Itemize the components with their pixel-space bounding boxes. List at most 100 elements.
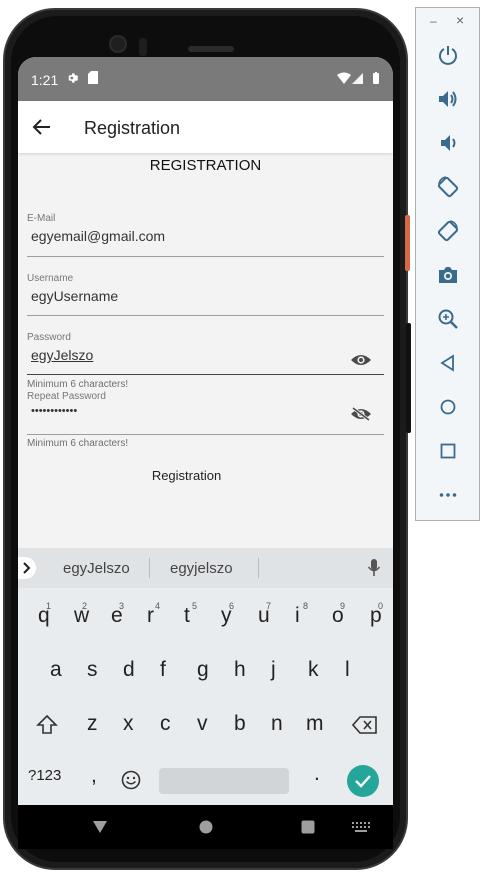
key-a[interactable]: a <box>50 658 62 682</box>
nav-home-circle-icon[interactable] <box>199 820 213 834</box>
key-number-hint: 5 <box>192 601 198 611</box>
keyboard-switch-icon[interactable] <box>352 822 370 832</box>
app-bar: Registration <box>18 101 393 153</box>
key-i[interactable]: i <box>295 604 300 628</box>
backspace-icon[interactable] <box>352 716 378 734</box>
key-number-hint: 1 <box>46 601 52 611</box>
key-c[interactable]: c <box>160 712 171 736</box>
registration-form: REGISTRATION E-Mail egyemail@gmail.com U… <box>18 153 393 548</box>
key-number-hint: 3 <box>119 601 125 611</box>
key-number-hint: 9 <box>340 601 346 611</box>
check-icon <box>355 775 371 788</box>
nav-overview-square-icon[interactable] <box>301 820 315 834</box>
close-button[interactable]: × <box>456 12 464 28</box>
key-m[interactable]: m <box>306 712 324 736</box>
navigation-bar <box>18 805 393 849</box>
zoom-icon[interactable] <box>437 308 459 330</box>
rotate-right-icon[interactable] <box>437 220 459 242</box>
key-n[interactable]: n <box>271 712 283 736</box>
username-value[interactable]: egyUsername <box>27 288 384 304</box>
key-number-hint: 7 <box>266 601 272 611</box>
front-camera <box>109 35 127 53</box>
nav-back-triangle-icon[interactable] <box>92 820 108 834</box>
registration-button[interactable]: Registration <box>18 468 355 483</box>
chevron-right-icon <box>23 562 31 574</box>
back-icon[interactable] <box>437 352 459 374</box>
status-bar: 1:21 <box>18 57 393 101</box>
emulator-window: 1:21 Registration REGISTRATION E-Mail eg… <box>0 0 484 873</box>
form-heading: REGISTRATION <box>149 157 262 174</box>
overview-icon[interactable] <box>437 440 459 462</box>
camera-icon[interactable] <box>437 264 459 286</box>
status-time: 1:21 <box>31 72 59 88</box>
earpiece-speaker <box>188 46 234 52</box>
app-bar-title: Registration <box>84 118 181 138</box>
username-label: Username <box>27 273 74 284</box>
period-key[interactable]: . <box>314 762 320 786</box>
home-icon[interactable] <box>437 396 459 418</box>
key-r[interactable]: r <box>147 604 154 628</box>
key-f[interactable]: f <box>160 658 166 682</box>
email-underline <box>27 256 384 257</box>
repeat-password-value[interactable]: •••••••••••• <box>27 405 384 417</box>
microphone-icon[interactable] <box>367 559 381 577</box>
key-number-hint: 8 <box>303 601 309 611</box>
emulator-controls-panel: – × <box>415 7 480 521</box>
soft-keyboard: egyJelszo egyjelszo q1w2e3r4t5y6u7i8o9p0… <box>18 548 393 805</box>
key-v[interactable]: v <box>197 712 208 736</box>
expand-toolbar-button[interactable] <box>18 557 36 579</box>
email-value[interactable]: egyemail@gmail.com <box>27 228 384 244</box>
symbols-key[interactable]: ?123 <box>28 767 61 784</box>
sd-card-icon <box>88 71 98 84</box>
key-t[interactable]: t <box>184 604 190 628</box>
password-underline <box>27 374 384 375</box>
key-number-hint: 4 <box>155 601 161 611</box>
emoji-icon[interactable] <box>121 770 141 790</box>
rotate-left-icon[interactable] <box>437 176 459 198</box>
space-bar[interactable] <box>159 768 289 794</box>
key-d[interactable]: d <box>123 658 135 682</box>
suggestion-divider <box>258 558 259 578</box>
password-helper-text: Minimum 6 characters! <box>27 379 129 390</box>
password-value[interactable]: egyJelszo <box>27 347 384 363</box>
key-b[interactable]: b <box>234 712 246 736</box>
repeat-password-field[interactable]: Repeat Password •••••••••••• <box>27 391 384 435</box>
key-g[interactable]: g <box>197 658 209 682</box>
key-l[interactable]: l <box>345 658 350 682</box>
shift-icon[interactable] <box>36 714 58 736</box>
password-field[interactable]: Password egyJelszo <box>27 332 384 375</box>
power-icon[interactable] <box>437 44 459 66</box>
email-label: E-Mail <box>27 213 56 224</box>
minimize-button[interactable]: – <box>430 14 437 28</box>
camera-sensor <box>139 38 147 56</box>
username-field[interactable]: Username egyUsername <box>27 273 384 316</box>
repeat-password-underline <box>27 434 384 435</box>
suggestion-divider <box>149 558 150 578</box>
volume-down-icon[interactable] <box>437 132 459 154</box>
email-field[interactable]: E-Mail egyemail@gmail.com <box>27 213 384 257</box>
key-k[interactable]: k <box>308 658 319 682</box>
suggestion-item[interactable]: egyjelszo <box>170 560 233 577</box>
volume-up-icon[interactable] <box>437 88 459 110</box>
key-x[interactable]: x <box>123 712 134 736</box>
hide-password-eye-off-icon[interactable] <box>350 407 372 421</box>
key-s[interactable]: s <box>87 658 98 682</box>
show-password-eye-icon[interactable] <box>350 353 372 367</box>
suggestion-strip: egyJelszo egyjelszo <box>18 548 393 588</box>
signal-wifi-battery-icons <box>337 72 379 84</box>
enter-button[interactable] <box>347 765 379 797</box>
key-j[interactable]: j <box>271 658 276 682</box>
device-screen: 1:21 Registration REGISTRATION E-Mail eg… <box>18 57 393 805</box>
back-arrow-icon[interactable] <box>32 117 52 137</box>
repeat-password-label: Repeat Password <box>27 391 106 402</box>
side-volume-keys[interactable] <box>406 323 411 433</box>
more-icon[interactable] <box>437 484 459 506</box>
key-z[interactable]: z <box>87 712 98 736</box>
suggestion-item[interactable]: egyJelszo <box>63 560 130 577</box>
password-label: Password <box>27 332 71 343</box>
key-h[interactable]: h <box>234 658 246 682</box>
comma-key[interactable]: , <box>91 764 97 788</box>
side-power-key[interactable] <box>405 215 410 271</box>
username-underline <box>27 315 384 316</box>
key-number-hint: 0 <box>378 601 384 611</box>
